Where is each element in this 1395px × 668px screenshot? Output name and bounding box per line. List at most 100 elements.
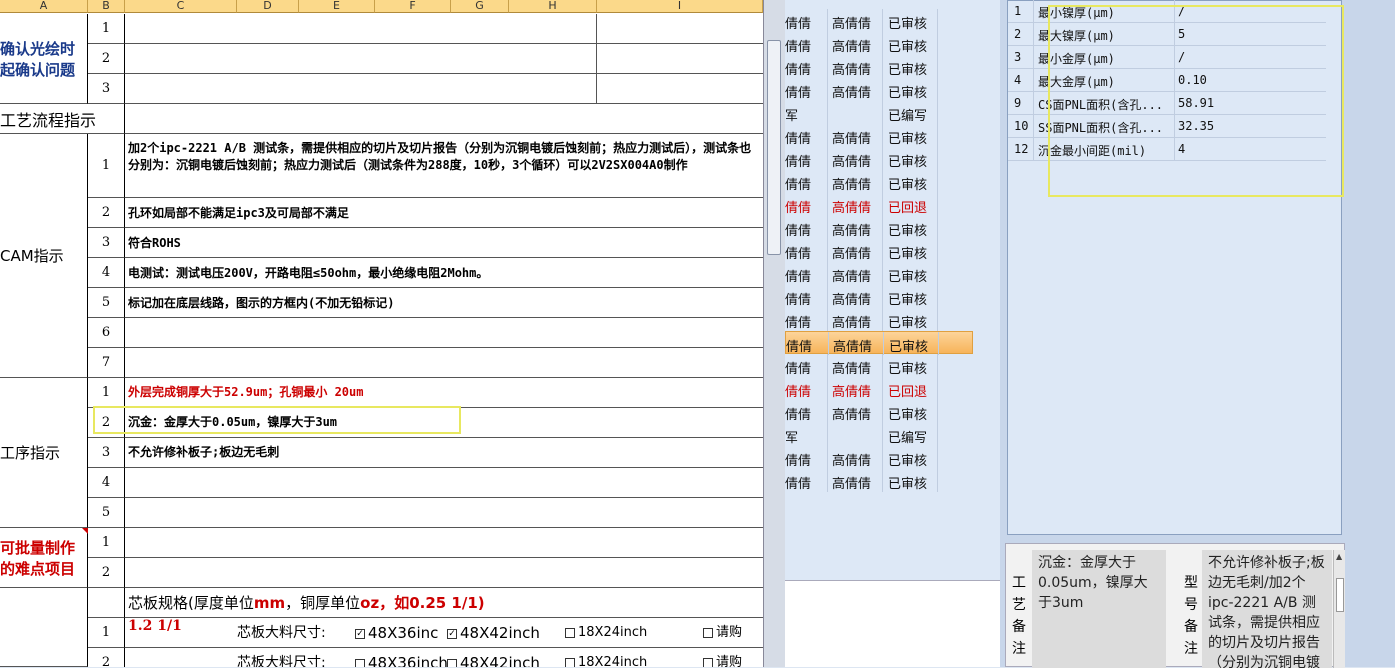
- notes-scrollbar[interactable]: ▲: [1333, 550, 1345, 668]
- list-row[interactable]: 倩倩 高倩倩 已审核: [785, 32, 973, 55]
- param-row[interactable]: 12 沉金最小间距(mil) 4: [1008, 138, 1341, 161]
- cam-instruction-cell[interactable]: 标记加在底层线路，图示的方框内(不加无铅标记): [125, 288, 763, 318]
- procedure-instruction-cell[interactable]: 沉金：金厚大于0.05um，镍厚大于3um: [125, 408, 763, 438]
- checkbox-icon[interactable]: [565, 657, 575, 667]
- list-row[interactable]: 倩倩 高倩倩 已审核: [785, 55, 973, 78]
- param-row[interactable]: 2 最大镍厚(μm) 5: [1008, 23, 1341, 46]
- process-note-text[interactable]: 沉金：金厚大于0.05um，镍厚大于3um: [1032, 550, 1166, 668]
- cam-instruction-cell[interactable]: 电测试：测试电压200V，开路电阻≤50ohm，最小绝缘电阻2Mohm。: [125, 258, 763, 288]
- param-id: 3: [1014, 50, 1022, 64]
- procedure-instruction-cell[interactable]: 外层完成铜厚大于52.9um；孔铜最小 20um: [125, 378, 763, 408]
- scrollbar-thumb[interactable]: [767, 40, 781, 255]
- row-divider: [882, 9, 883, 32]
- procedure-instruction-cell[interactable]: [125, 468, 763, 498]
- col-divider: [1174, 46, 1175, 69]
- procedure-instruction-cell[interactable]: [125, 498, 763, 528]
- list-row[interactable]: 倩倩 高倩倩 已审核: [785, 400, 973, 423]
- list-row[interactable]: 倩倩 高倩倩 已审核: [785, 170, 973, 193]
- list-cell-author: 倩倩: [785, 201, 812, 216]
- param-row[interactable]: 1 最小镍厚(μm) /: [1008, 0, 1341, 23]
- scrollbar-thumb[interactable]: [1336, 578, 1344, 612]
- column-header-i[interactable]: I: [597, 0, 763, 13]
- core-size-option[interactable]: 18X24inch: [565, 648, 647, 667]
- list-row[interactable]: 倩倩 高倩倩 已审核: [785, 331, 973, 355]
- cam-instruction-cell[interactable]: 符合ROHS: [125, 228, 763, 258]
- process-flow-cell[interactable]: [125, 104, 763, 134]
- core-size-option[interactable]: 请购: [703, 648, 742, 667]
- cam-instruction-cell[interactable]: 加2个ipc-2221 A/B 测试条，需提供相应的切片及切片报告（分别为沉铜电…: [125, 134, 763, 198]
- list-row[interactable]: 倩倩 高倩倩 已回退: [785, 193, 973, 216]
- list-row[interactable]: 倩倩 高倩倩 已回退: [785, 377, 973, 400]
- spreadsheet[interactable]: A B C D E F G H I 确认光绘时 起确认问题 1 2 3 工艺流程指示 CAM指示 1 加2个ip…: [0, 0, 763, 667]
- list-row[interactable]: 倩倩 高倩倩 已审核: [785, 147, 973, 170]
- model-note-text[interactable]: 不允许修补板子;板边无毛刺/加2个ipc-2221 A/B 测试条，需提供相应的…: [1202, 550, 1332, 668]
- cam-instruction-cell[interactable]: 孔环如局部不能满足ipc3及可局部不满足: [125, 198, 763, 228]
- record-list[interactable]: 倩倩 高倩倩 已审核 倩倩 高倩倩 已审核 倩倩 高倩倩 已审核 倩倩 高倩倩 已审核军已编写 倩倩 高倩…: [785, 0, 1000, 580]
- list-row[interactable]: 倩倩 高倩倩 已审核: [785, 216, 973, 239]
- procedure-instruction-cell[interactable]: 不允许修补板子;板边无毛刺: [125, 438, 763, 468]
- core-spec-row[interactable]: 1.2 1/1 芯板大料尺寸: ✓ 48X36inc ✓ 48X42inch 18X24in…: [125, 618, 763, 648]
- list-row[interactable]: 倩倩 高倩倩 已审核: [785, 285, 973, 308]
- list-row[interactable]: 倩倩 高倩倩 已审核: [785, 78, 973, 101]
- difficulty-cell[interactable]: [125, 528, 763, 558]
- row-cell[interactable]: [125, 44, 763, 74]
- core-size-option[interactable]: 18X24inch: [565, 618, 647, 648]
- list-row[interactable]: 军 已编写: [785, 423, 973, 446]
- checkbox-icon[interactable]: ✓: [447, 628, 457, 639]
- param-row[interactable]: 3 最小金厚(μm) /: [1008, 46, 1341, 69]
- param-row[interactable]: 4 最大金厚(μm) 0.10: [1008, 69, 1341, 92]
- column-header-a[interactable]: A: [0, 0, 88, 13]
- cam-instruction-cell[interactable]: [125, 318, 763, 348]
- list-row[interactable]: 倩倩 高倩倩 已审核: [785, 446, 973, 469]
- column-header-c[interactable]: C: [125, 0, 237, 13]
- cell-divider: [596, 44, 597, 74]
- list-row[interactable]: 倩倩 高倩倩 已审核: [785, 354, 973, 377]
- checkbox-icon[interactable]: [703, 627, 713, 638]
- list-row[interactable]: 倩倩 高倩倩 已审核: [785, 239, 973, 262]
- core-spec-blank: [0, 588, 88, 667]
- param-row[interactable]: 10 SS面PNL面积(含孔... 32.35: [1008, 115, 1341, 138]
- core-size-option[interactable]: 请购: [703, 618, 742, 648]
- column-header-b[interactable]: B: [88, 0, 125, 13]
- cam-instruction-cell[interactable]: [125, 348, 763, 378]
- column-header-g[interactable]: G: [451, 0, 509, 13]
- list-row[interactable]: 倩倩 高倩倩 已审核: [785, 308, 973, 331]
- list-row[interactable]: 倩倩 高倩倩 已审核: [785, 469, 973, 492]
- core-size-option[interactable]: 48X36inch: [355, 648, 448, 667]
- list-cell-status: 已审核: [888, 132, 928, 147]
- param-name: 最大镍厚(μm): [1038, 29, 1115, 43]
- list-row[interactable]: 军 已编写: [785, 101, 973, 124]
- checkbox-icon[interactable]: ✓: [355, 628, 365, 639]
- row-divider: [882, 101, 883, 124]
- list-row[interactable]: 倩倩 高倩倩 已审核: [785, 9, 973, 32]
- list-cell-status: 已审核: [888, 362, 928, 377]
- column-header-e[interactable]: E: [299, 0, 375, 13]
- core-size-option[interactable]: ✓ 48X42inch: [447, 618, 540, 648]
- difficulty-cell[interactable]: [125, 558, 763, 588]
- row-number: 2: [88, 558, 125, 588]
- vertical-scrollbar[interactable]: [763, 0, 785, 667]
- checkbox-icon[interactable]: [355, 658, 365, 667]
- param-name: 最大金厚(μm): [1038, 75, 1115, 89]
- checkbox-icon[interactable]: [565, 627, 575, 638]
- checkbox-icon[interactable]: [703, 657, 713, 667]
- row-number: 2: [88, 408, 125, 438]
- list-row[interactable]: 倩倩 高倩倩 已审核: [785, 124, 973, 147]
- param-row[interactable]: 9 CS面PNL面积(含孔... 58.91: [1008, 92, 1341, 115]
- core-size-option-label: 请购: [716, 655, 743, 667]
- checkbox-icon[interactable]: [447, 658, 457, 667]
- row-cell[interactable]: [125, 14, 763, 44]
- param-id: 4: [1014, 73, 1022, 87]
- column-header-h[interactable]: H: [509, 0, 597, 13]
- row-cell[interactable]: [125, 74, 763, 104]
- core-size-option[interactable]: ✓ 48X36inc: [355, 618, 438, 648]
- core-spec-row[interactable]: 芯板大料尺寸: 48X36inch 48X42inch 18X24inch 请购: [125, 648, 763, 667]
- column-header-f[interactable]: F: [375, 0, 451, 13]
- scroll-up-icon[interactable]: ▲: [1336, 552, 1342, 561]
- row-divider: [882, 147, 883, 170]
- core-size-option[interactable]: 48X42inch: [447, 648, 540, 667]
- row-divider: [937, 354, 938, 377]
- param-value: 0.10: [1178, 73, 1207, 87]
- list-row[interactable]: 倩倩 高倩倩 已审核: [785, 262, 973, 285]
- column-header-d[interactable]: D: [237, 0, 299, 13]
